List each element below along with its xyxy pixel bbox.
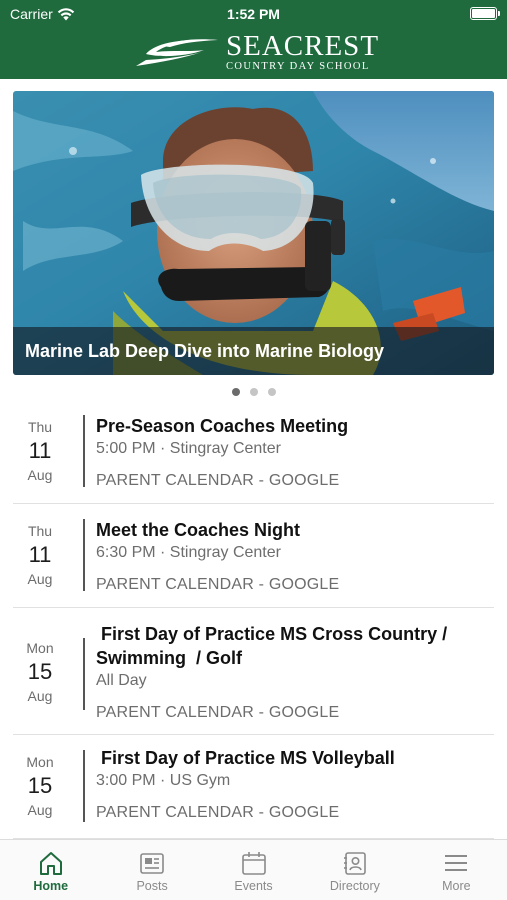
tab-label: Directory xyxy=(329,879,380,893)
posts-icon xyxy=(140,853,164,874)
battery-icon xyxy=(470,7,500,20)
school-name: SEACREST xyxy=(226,29,380,62)
event-weekday: Thu xyxy=(27,419,53,435)
event-weekday: Mon xyxy=(26,754,54,770)
tab-events[interactable]: Events xyxy=(203,840,304,900)
wave-logo-icon xyxy=(136,39,218,66)
school-brand: SEACREST COUNTRY DAY SCHOOL xyxy=(132,30,379,74)
event-day: 15 xyxy=(27,659,53,684)
event-calendar: PARENT CALENDAR - GOOGLE xyxy=(96,704,340,721)
event-month: Aug xyxy=(27,688,53,704)
event-row[interactable]: Thu 11 Aug Pre-Season Coaches Meeting 5:… xyxy=(13,403,494,504)
event-divider xyxy=(83,750,85,822)
bottom-tab-bar: Home Posts Events Directory More xyxy=(0,839,507,900)
event-row[interactable]: Mon 15 Aug First Day of Practice MS Cros… xyxy=(13,608,494,735)
events-list: Thu 11 Aug Pre-Season Coaches Meeting 5:… xyxy=(13,403,494,839)
event-calendar: PARENT CALENDAR - GOOGLE xyxy=(96,804,340,821)
featured-post-caption: Marine Lab Deep Dive into Marine Biology xyxy=(13,327,494,375)
tab-label: More xyxy=(442,879,471,893)
featured-post-card[interactable]: Marine Lab Deep Dive into Marine Biology xyxy=(13,91,494,375)
event-time-location: 3:00 PM · US Gym xyxy=(96,772,231,789)
status-time: 1:52 PM xyxy=(227,6,280,22)
tab-posts[interactable]: Posts xyxy=(101,840,202,900)
event-weekday: Mon xyxy=(26,640,54,656)
event-day: 15 xyxy=(27,773,53,798)
event-time-location: All Day xyxy=(96,672,147,689)
event-title: First Day of Practice MS Cross Country /… xyxy=(96,624,453,668)
carousel-dot[interactable] xyxy=(231,388,240,396)
tab-directory[interactable]: Directory xyxy=(304,840,405,900)
event-time-location: 5:00 PM · Stingray Center xyxy=(96,440,281,457)
event-title: Meet the Coaches Night xyxy=(96,520,301,540)
event-date: Thu 11 Aug xyxy=(13,523,67,587)
event-month: Aug xyxy=(27,802,53,818)
tab-more[interactable]: More xyxy=(406,840,507,900)
event-date: Mon 15 Aug xyxy=(13,640,67,704)
event-calendar: PARENT CALENDAR - GOOGLE xyxy=(96,472,340,489)
calendar-icon xyxy=(241,852,266,875)
app-header: Carrier 1:52 PM SEACREST COUNTRY DAY SCH… xyxy=(0,0,507,79)
event-day: 11 xyxy=(28,542,52,567)
carousel-dot[interactable] xyxy=(267,388,276,396)
directory-icon xyxy=(343,852,366,875)
event-divider xyxy=(83,638,85,710)
event-month: Aug xyxy=(27,571,53,587)
event-day: 11 xyxy=(28,438,52,463)
event-month: Aug xyxy=(27,467,53,483)
status-bar: Carrier 1:52 PM xyxy=(0,0,507,28)
school-subtitle: COUNTRY DAY SCHOOL xyxy=(226,60,370,72)
event-date: Thu 11 Aug xyxy=(13,419,67,483)
event-date: Mon 15 Aug xyxy=(13,754,67,818)
menu-icon xyxy=(445,855,468,871)
tab-label: Posts xyxy=(136,879,168,893)
event-divider xyxy=(83,519,85,591)
event-title: First Day of Practice MS Volleyball xyxy=(96,748,395,768)
event-title: Pre-Season Coaches Meeting xyxy=(96,416,349,436)
tab-label: Home xyxy=(33,879,69,893)
carousel-dot[interactable] xyxy=(249,388,258,396)
event-calendar: PARENT CALENDAR - GOOGLE xyxy=(96,576,340,593)
home-icon xyxy=(39,852,62,875)
tab-label: Events xyxy=(234,879,273,893)
tab-home[interactable]: Home xyxy=(0,840,101,900)
event-time-location: 6:30 PM · Stingray Center xyxy=(96,544,281,561)
event-row[interactable]: Mon 15 Aug First Day of Practice MS Voll… xyxy=(13,735,494,839)
event-weekday: Thu xyxy=(27,523,53,539)
event-divider xyxy=(83,415,85,487)
event-row[interactable]: Thu 11 Aug Meet the Coaches Night 6:30 P… xyxy=(13,504,494,608)
carousel-indicator[interactable] xyxy=(0,388,507,396)
